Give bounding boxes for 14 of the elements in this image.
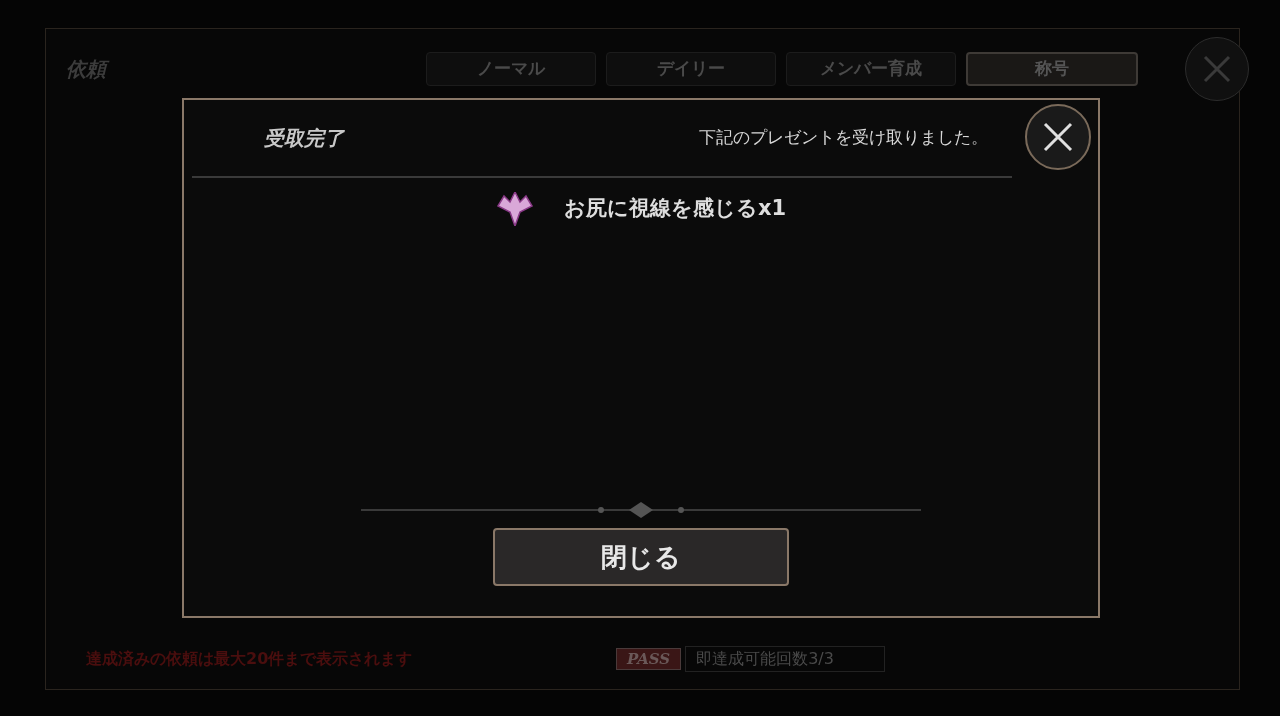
- emblem-icon: [495, 192, 534, 226]
- dialog-message: 下記のプレゼントを受け取りました。: [699, 126, 988, 150]
- tab[interactable]: ノーマル: [426, 52, 596, 86]
- instant-count-label: 即達成可能回数3/3: [685, 646, 886, 672]
- reward-name: お尻に視線を感じるx1: [563, 195, 787, 223]
- pass-badge: PASS: [616, 648, 682, 670]
- close-icon: [1202, 54, 1232, 84]
- tab[interactable]: デイリー: [606, 52, 776, 86]
- close-icon: [1042, 121, 1074, 153]
- notice-text: 達成済みの依頼は最大20件まで表示されます: [86, 648, 414, 670]
- tab[interactable]: 称号: [966, 52, 1138, 86]
- tab[interactable]: メンバー育成: [786, 52, 956, 86]
- dialog-title: 受取完了: [264, 125, 346, 152]
- close-dialog-button[interactable]: 閉じる: [493, 528, 789, 586]
